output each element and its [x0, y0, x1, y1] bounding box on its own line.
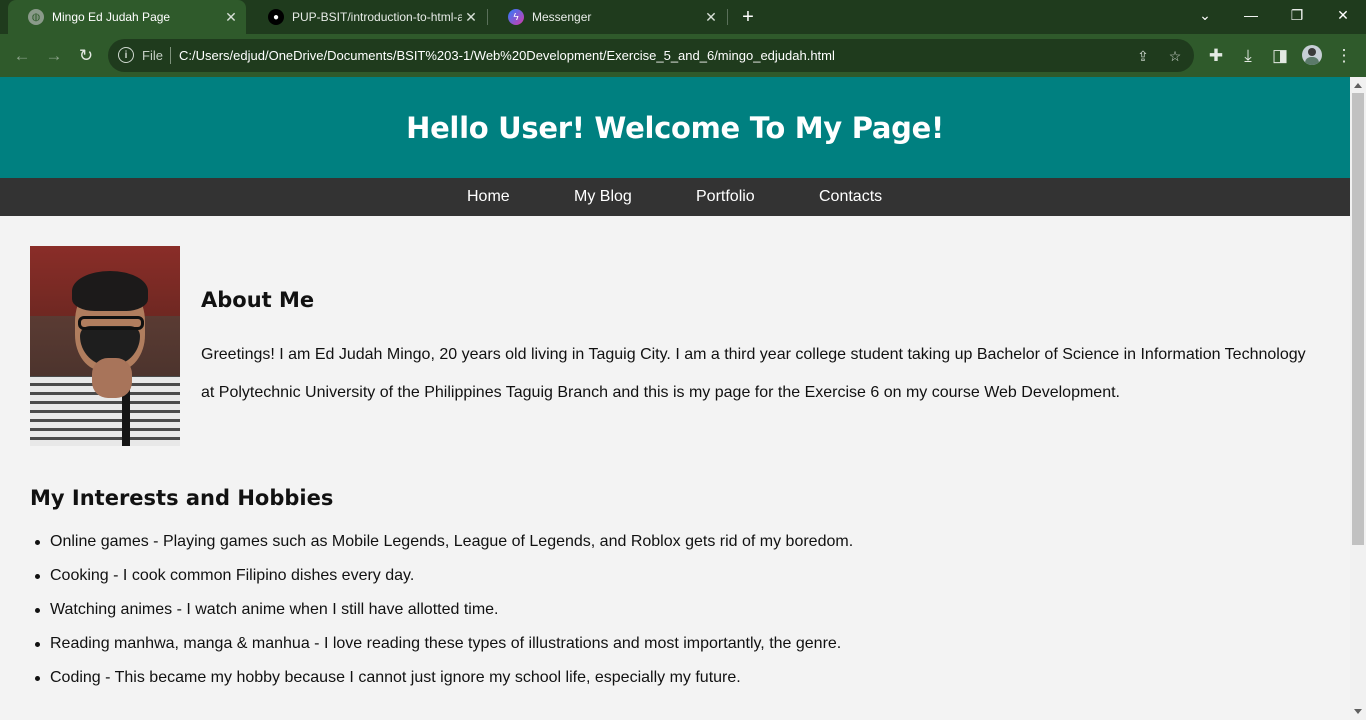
bookmark-star-icon[interactable]: ☆ — [1165, 46, 1185, 66]
scroll-up-arrow-icon[interactable] — [1354, 83, 1362, 88]
nav-contacts[interactable]: Contacts — [819, 188, 882, 206]
divider — [170, 47, 171, 64]
photo-hair — [72, 271, 148, 311]
profile-avatar[interactable] — [1302, 45, 1322, 65]
back-button[interactable]: ← — [8, 42, 36, 70]
profile-photo — [30, 246, 180, 446]
list-item: Cooking - I cook common Filipino dishes … — [30, 567, 1330, 601]
photo-hand — [92, 358, 132, 398]
page-viewport: Hello User! Welcome To My Page! Home My … — [0, 77, 1350, 720]
url-scheme: File — [142, 48, 163, 63]
browser-toolbar: ← → ↻ i File C:/Users/edjud/OneDrive/Doc… — [0, 34, 1366, 77]
scroll-down-arrow-icon[interactable] — [1354, 709, 1362, 714]
close-icon[interactable]: ✕ — [702, 8, 720, 26]
info-icon[interactable]: i — [118, 47, 134, 63]
page-title: Hello User! Welcome To My Page! — [406, 110, 944, 145]
tab-search-icon[interactable]: ⌄ — [1182, 0, 1228, 30]
interests-list: Online games - Playing games such as Mob… — [30, 533, 1330, 703]
messenger-icon: ϟ — [508, 9, 524, 25]
about-heading: About Me — [201, 288, 315, 312]
tab-strip: ◍ Mingo Ed Judah Page ✕ ● PUP-BSIT/intro… — [0, 0, 1366, 34]
tab-messenger[interactable]: ϟ Messenger ✕ — [488, 0, 726, 34]
reload-button[interactable]: ↻ — [72, 42, 100, 70]
scrollbar-thumb[interactable] — [1352, 93, 1364, 545]
list-item: Online games - Playing games such as Mob… — [30, 533, 1330, 567]
tab-mingo-ed-judah-page[interactable]: ◍ Mingo Ed Judah Page ✕ — [8, 0, 246, 34]
forward-button[interactable]: → — [40, 42, 68, 70]
tab-github[interactable]: ● PUP-BSIT/introduction-to-html-a ✕ — [248, 0, 486, 34]
globe-icon: ◍ — [28, 9, 44, 25]
close-window-button[interactable]: ✕ — [1320, 0, 1366, 30]
side-panel-icon[interactable]: ◨ — [1266, 42, 1294, 70]
menu-kebab-icon[interactable]: ⋮ — [1330, 42, 1358, 70]
tab-separator — [727, 9, 728, 25]
restore-button[interactable]: ❐ — [1274, 0, 1320, 30]
tab-title: Messenger — [532, 10, 592, 24]
about-paragraph: Greetings! I am Ed Judah Mingo, 20 years… — [201, 346, 1306, 401]
minimize-button[interactable]: — — [1228, 0, 1274, 30]
avatar-body — [1305, 57, 1319, 65]
tab-title: PUP-BSIT/introduction-to-html-a — [292, 10, 462, 24]
nav-home[interactable]: Home — [467, 188, 510, 206]
list-item: Reading manhwa, manga & manhua - I love … — [30, 635, 1330, 669]
list-item: Coding - This became my hobby because I … — [30, 669, 1330, 703]
new-tab-button[interactable]: + — [736, 5, 760, 29]
close-icon[interactable]: ✕ — [462, 8, 480, 26]
interests-heading: My Interests and Hobbies — [30, 486, 334, 510]
share-icon[interactable]: ⇪ — [1133, 46, 1153, 66]
github-icon: ● — [268, 9, 284, 25]
extensions-icon[interactable]: ✚ — [1202, 42, 1230, 70]
download-icon[interactable]: ⤓ — [1234, 42, 1262, 70]
vertical-scrollbar[interactable] — [1350, 77, 1366, 720]
nav-portfolio[interactable]: Portfolio — [696, 188, 755, 206]
url-text[interactable]: C:/Users/edjud/OneDrive/Documents/BSIT%2… — [179, 48, 835, 63]
address-bar[interactable]: i File C:/Users/edjud/OneDrive/Documents… — [108, 39, 1194, 72]
close-icon[interactable]: ✕ — [222, 8, 240, 26]
navigation-bar: Home My Blog Portfolio Contacts — [0, 178, 1350, 216]
photo-glasses — [78, 316, 144, 330]
avatar-head — [1308, 48, 1316, 56]
page-header: Hello User! Welcome To My Page! — [0, 77, 1350, 178]
list-item: Watching animes - I watch anime when I s… — [30, 601, 1330, 635]
tab-title: Mingo Ed Judah Page — [52, 10, 171, 24]
nav-my-blog[interactable]: My Blog — [574, 188, 632, 206]
